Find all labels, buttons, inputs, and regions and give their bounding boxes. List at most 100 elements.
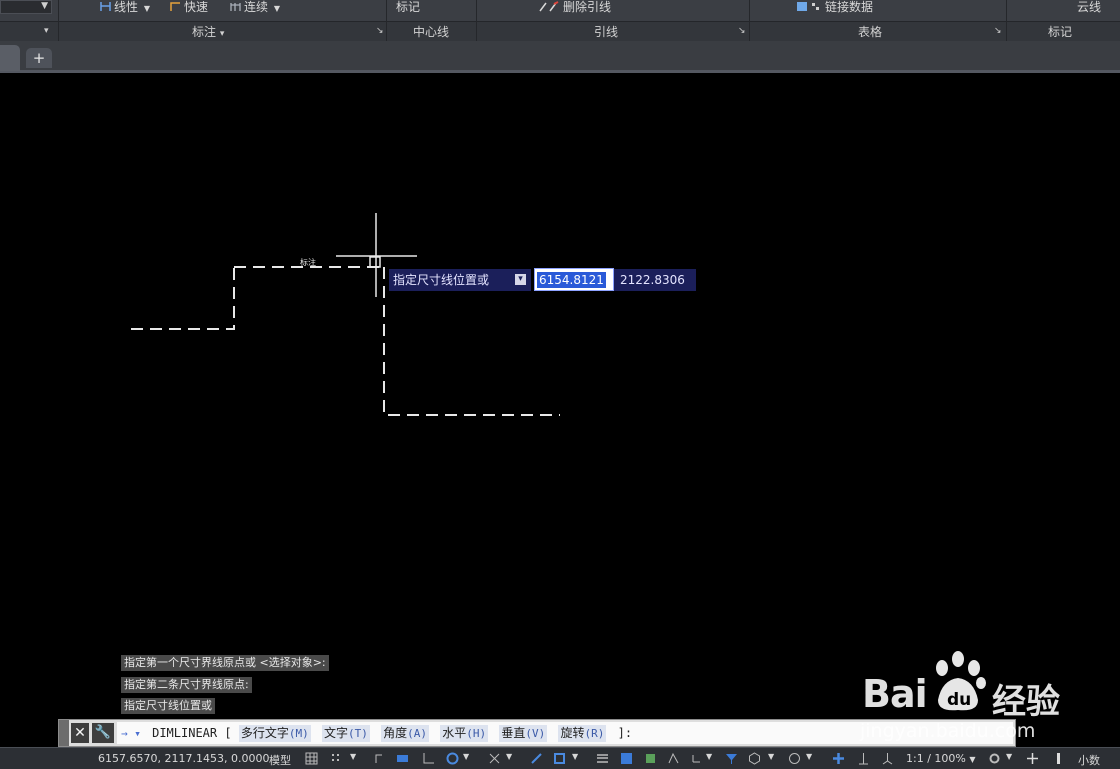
chevron-down-icon[interactable]: ▼ (463, 752, 476, 765)
remove-leader-label: 删除引线 (563, 0, 612, 14)
dynamic-ucs-icon[interactable] (690, 752, 703, 765)
plus-icon[interactable] (1026, 752, 1039, 765)
panel-expand-icon[interactable]: ▾ (44, 26, 49, 36)
continue-dim-button[interactable]: 连续 ▼ (230, 0, 280, 19)
continue-dim-label: 连续 (244, 0, 269, 14)
close-icon[interactable]: ✕ (71, 723, 89, 743)
grid-icon[interactable] (305, 752, 318, 765)
dashed-polyline-left (131, 267, 235, 330)
option-vertical[interactable]: 垂直(V) (499, 725, 548, 742)
chevron-down-icon: ▼ (41, 1, 48, 11)
chevron-down-icon[interactable]: ▼ (706, 752, 719, 765)
coordinates-readout[interactable]: 6157.6570, 2117.1453, 0.0000 (98, 752, 269, 765)
table-dialog-launcher-icon[interactable]: ↘ (994, 26, 1002, 36)
continue-dimension-icon (230, 3, 241, 11)
auto-scale-icon[interactable] (857, 752, 870, 765)
model-space-button[interactable]: 模型 (269, 752, 291, 768)
dynamic-x-value: 6154.8121 (537, 272, 606, 288)
option-rotated[interactable]: 旋转(R) (558, 725, 607, 742)
ribbon-divider (749, 0, 750, 41)
command-line: ✕ 🔧 → ▾ DIMLINEAR [ 多行文字(M) 文字(T) 角度(A) … (58, 719, 1016, 747)
dynamic-input-prompt: 指定尺寸线位置或 ▾ (389, 269, 531, 291)
leader-dialog-launcher-icon[interactable]: ↘ (738, 26, 746, 36)
revcloud-button[interactable]: 云线 (1077, 0, 1101, 19)
option-mtext[interactable]: 多行文字(M) (238, 725, 311, 742)
markup-tool-label: 标记 (396, 0, 421, 14)
revcloud-label: 云线 (1077, 0, 1102, 14)
chevron-down-icon[interactable]: ▼ (506, 752, 519, 765)
selection-filter-icon[interactable] (725, 752, 738, 765)
option-angle[interactable]: 角度(A) (381, 725, 429, 742)
command-name: DIMLINEAR (152, 726, 218, 740)
annotation-visibility-icon[interactable] (832, 752, 845, 765)
wrench-icon[interactable]: 🔧 (92, 723, 114, 743)
leader-group-label: 引线 (594, 25, 619, 39)
link-data-icon (797, 2, 819, 11)
gear-icon[interactable] (988, 752, 1001, 765)
gizmo-icon[interactable] (748, 752, 761, 765)
ribbon-tools-row: ▼ 线性 ▼ 快速 连续 ▼ 标记 删除引线 链接数据 云线 (0, 0, 1120, 19)
isodraft-icon[interactable] (488, 752, 501, 765)
command-line-grip[interactable] (59, 720, 69, 746)
command-history-line: 指定尺寸线位置或 (121, 698, 215, 714)
drawing-geometry: 标注 (131, 213, 560, 416)
annotation-scale-icon[interactable] (881, 752, 894, 765)
linear-dim-label: 线性 (114, 0, 139, 14)
quick-dimension-icon (170, 2, 180, 11)
linear-dim-button[interactable]: 线性 ▼ (100, 0, 150, 19)
dynamic-input-icon[interactable] (396, 752, 409, 765)
plus-icon: + (32, 49, 46, 67)
isolate-objects-icon[interactable] (1052, 752, 1065, 765)
markup-tool[interactable]: 标记 (396, 0, 420, 19)
dynamic-x-input[interactable]: 6154.8121 (534, 268, 614, 291)
dimension-dialog-launcher-icon[interactable]: ↘ (376, 26, 384, 36)
option-horizontal[interactable]: 水平(H) (440, 725, 489, 742)
snap-icon[interactable] (330, 752, 343, 765)
ortho-icon[interactable] (422, 752, 435, 765)
chevron-down-icon[interactable]: ▼ (806, 752, 819, 765)
annotation-monitor-icon[interactable] (788, 752, 801, 765)
status-bar: 6157.6570, 2117.1453, 0.0000 模型 ▼ ▼ ▼ ▼ … (0, 747, 1120, 769)
centerline-group-label: 中心线 (413, 25, 450, 39)
new-tab-button[interactable]: + (26, 48, 52, 68)
transparency-icon[interactable] (620, 752, 633, 765)
dimension-text: 标注 (300, 257, 316, 267)
ribbon-divider (58, 0, 59, 41)
quick-dim-button[interactable]: 快速 (170, 0, 208, 19)
units-button[interactable]: 小数 (1078, 752, 1100, 768)
3d-osnap-icon[interactable] (667, 752, 680, 765)
recent-commands-icon[interactable]: → ▾ (121, 723, 141, 745)
polar-tracking-icon[interactable] (446, 752, 459, 765)
object-snap-icon[interactable] (553, 752, 566, 765)
chevron-down-icon: ▼ (969, 755, 976, 764)
chevron-down-icon[interactable]: ▼ (1006, 752, 1019, 765)
chevron-down-icon[interactable]: ▼ (768, 752, 781, 765)
infer-constraints-icon[interactable] (373, 752, 386, 765)
file-tab-strip: + (0, 41, 1120, 73)
annotation-scale-dropdown[interactable]: 1:1 / 100% ▼ (906, 752, 976, 765)
dimension-group-label[interactable]: 标注 ▾ (192, 24, 224, 40)
remove-leader-button[interactable]: 删除引线 (538, 0, 611, 19)
command-history-line: 指定第二条尺寸界线原点: (121, 677, 252, 693)
object-snap-tracking-icon[interactable] (530, 752, 543, 765)
table-group-label: 表格 (858, 25, 883, 39)
chevron-down-icon[interactable]: ▼ (572, 752, 585, 765)
command-history-line: 指定第一个尺寸界线原点或 <选择对象>: (121, 655, 329, 671)
markup-group-label: 标记 (1048, 25, 1073, 39)
chevron-down-icon[interactable]: ▼ (350, 752, 363, 765)
file-tab[interactable] (0, 45, 20, 71)
remove-leader-icon (539, 1, 559, 12)
selection-cycling-icon[interactable] (644, 752, 657, 765)
lineweight-icon[interactable] (596, 752, 609, 765)
ribbon-divider (386, 0, 387, 41)
dynamic-y-input[interactable]: 2122.8306 (614, 269, 696, 291)
option-open-bracket: [ (224, 726, 232, 740)
option-text[interactable]: 文字(T) (321, 725, 370, 742)
options-down-arrow-icon[interactable]: ▾ (515, 274, 526, 285)
dimension-style-dropdown[interactable]: ▼ (0, 0, 52, 19)
command-input[interactable]: → ▾ DIMLINEAR [ 多行文字(M) 文字(T) 角度(A) 水平(H… (117, 722, 1013, 744)
drawing-canvas[interactable]: 标注 指定尺寸线位置或 ▾ 6154.8121 2122.8306 指定第一个尺… (0, 76, 1120, 716)
link-data-button[interactable]: 链接数据 (796, 0, 873, 19)
option-close: ]: (617, 726, 633, 740)
chevron-down-icon: ▼ (143, 4, 150, 13)
